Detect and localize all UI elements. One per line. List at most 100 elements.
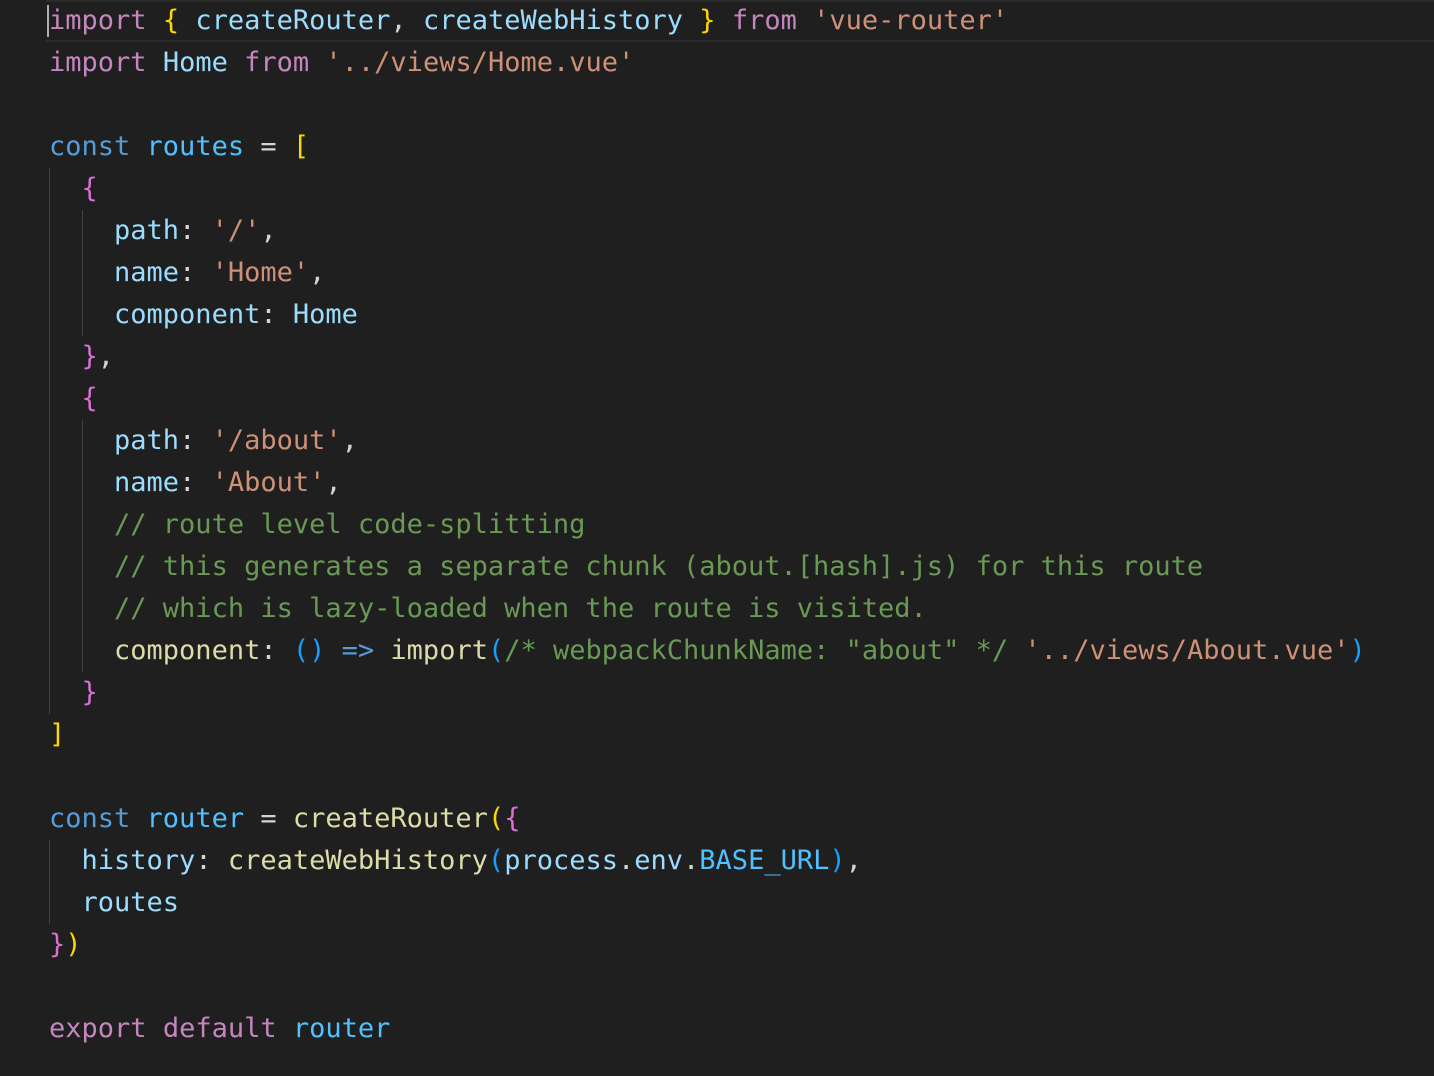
code-token: { [504, 803, 521, 834]
code-token: : [260, 635, 293, 666]
code-token: : [260, 299, 293, 330]
code-token: createRouter [292, 803, 488, 834]
code-line[interactable]: ] [49, 714, 65, 756]
code-token: { [81, 383, 98, 414]
code-token: // this generates a separate chunk (abou… [114, 551, 1204, 582]
code-token: /* webpackChunkName: "about" */ [504, 635, 1009, 666]
code-line[interactable]: import Home from '../views/Home.vue' [49, 42, 634, 84]
code-token: '/' [211, 215, 261, 246]
code-token: = [244, 131, 293, 162]
code-token: [ [292, 131, 310, 162]
code-token: export [49, 1013, 147, 1044]
code-token: Home [292, 299, 358, 330]
code-token: Home [162, 47, 228, 78]
code-token: // route level code-splitting [114, 509, 586, 540]
code-token: // which is lazy-loaded when the route i… [114, 593, 927, 624]
code-token: process [504, 845, 618, 876]
code-token: } [699, 5, 716, 36]
code-token: history [81, 845, 196, 876]
code-line[interactable]: }, [49, 336, 115, 378]
code-line[interactable]: // this generates a separate chunk (abou… [49, 546, 1203, 588]
code-line[interactable]: { [49, 378, 98, 420]
code-token: , [341, 425, 358, 456]
code-line[interactable]: component: () => import(/* webpackChunkN… [49, 630, 1366, 672]
code-token: 'Home' [211, 257, 310, 288]
code-token: from [731, 5, 797, 36]
code-token: ( [487, 845, 505, 876]
code-line[interactable]: { [49, 168, 98, 210]
code-line[interactable]: // which is lazy-loaded when the route i… [49, 588, 927, 630]
code-token: : [179, 425, 212, 456]
code-token: : [179, 257, 212, 288]
code-token: : [179, 467, 212, 498]
code-line[interactable]: } [49, 672, 98, 714]
code-token: path [114, 425, 180, 456]
code-line[interactable]: component: Home [49, 294, 358, 336]
code-token: const [49, 131, 131, 162]
code-line[interactable]: history: createWebHistory(process.env.BA… [49, 840, 862, 882]
code-line[interactable]: // route level code-splitting [49, 504, 585, 546]
code-token: ) [65, 929, 82, 960]
code-token: { [81, 173, 98, 204]
code-token: , [260, 215, 277, 246]
code-token: ( [487, 635, 505, 666]
code-token: , [845, 845, 862, 876]
code-token: createWebHistory [227, 845, 488, 876]
code-token: from [244, 47, 310, 78]
code-editor[interactable]: import { createRouter, createWebHistory … [0, 0, 1434, 1076]
code-token: router [292, 1013, 391, 1044]
code-token: , [97, 341, 115, 372]
code-token: . [617, 845, 635, 876]
code-token: import [49, 47, 147, 78]
code-token: env [634, 845, 684, 876]
code-line[interactable]: const routes = [ [49, 126, 309, 168]
code-token: component [114, 299, 261, 330]
code-token: '../views/About.vue' [1024, 635, 1350, 666]
code-line[interactable]: name: 'Home', [49, 252, 325, 294]
code-line[interactable]: name: 'About', [49, 462, 342, 504]
code-token: BASE_URL [699, 845, 830, 876]
code-token: createWebHistory [422, 5, 684, 36]
code-token: } [81, 341, 98, 372]
code-line[interactable]: routes [49, 882, 180, 924]
code-token: import [390, 635, 488, 666]
code-token: name [114, 467, 180, 498]
code-token: component [114, 635, 261, 666]
code-line[interactable]: export default router [49, 1008, 390, 1050]
code-line[interactable]: path: '/', [49, 210, 277, 252]
code-token: , [390, 5, 423, 36]
code-token: ] [49, 719, 66, 750]
code-token: : [179, 215, 212, 246]
code-token: import [49, 5, 147, 36]
code-token: router [146, 803, 245, 834]
code-token: 'About' [211, 467, 326, 498]
code-token: } [81, 677, 98, 708]
code-line[interactable]: path: '/about', [49, 420, 358, 462]
code-token: , [325, 467, 342, 498]
code-token: routes [146, 131, 245, 162]
code-line[interactable]: }) [49, 924, 82, 966]
code-line[interactable]: const router = createRouter({ [49, 798, 520, 840]
code-line[interactable]: import { createRouter, createWebHistory … [49, 0, 1008, 42]
